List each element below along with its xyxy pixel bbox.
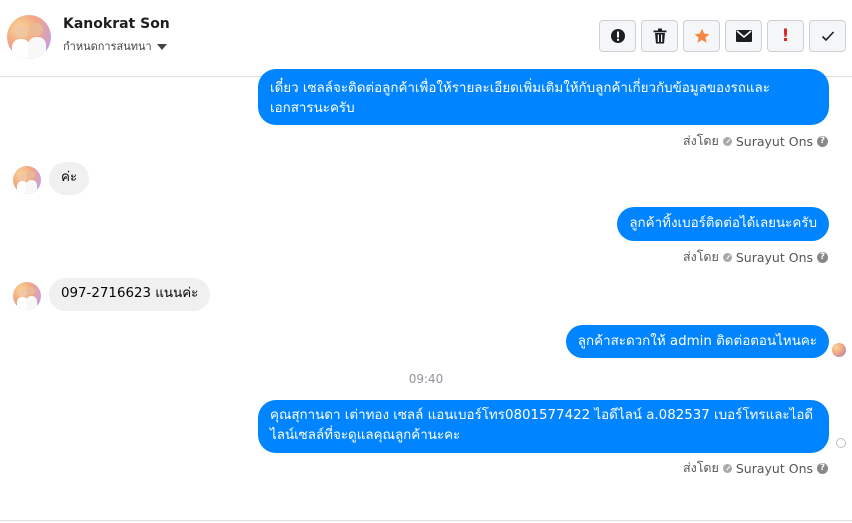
message-bubble-outgoing[interactable]: ลูกค้าทิ้งเบอร์ติดต่อได้เลยนะครับ [617, 207, 829, 241]
message-text: ลูกค้าสะดวกให้ admin ติดต่อตอนไหนคะ [577, 334, 817, 349]
message-text-line: เดี๋ยว เซลล์จะติดต่อลูกค้าเพื่อให้รายละเ… [270, 81, 770, 96]
sent-by-label: ส่งโดย Surayut Ons ? [683, 247, 828, 267]
trash-icon [653, 28, 666, 44]
done-button[interactable] [809, 20, 846, 52]
message-bubble-incoming[interactable]: 097-2716623 แนนค่ะ [49, 278, 211, 311]
help-icon[interactable]: ? [817, 251, 828, 263]
contact-avatar-small [13, 282, 41, 310]
contact-avatar-small [13, 166, 41, 194]
star-icon [694, 28, 709, 43]
sent-by-label: ส่งโดย Surayut Ons ? [683, 458, 828, 478]
help-icon[interactable]: ? [817, 462, 828, 474]
message-text-line: คุณสุกานดา เต่าทอง เซลล์ แอนเบอร์โทร0801… [270, 408, 814, 423]
status-label: กำหนดการสนทนา [63, 40, 152, 53]
help-icon[interactable]: ? [817, 135, 828, 147]
message-bubble-incoming[interactable]: ค่ะ [49, 162, 90, 195]
report-button[interactable] [599, 20, 636, 52]
check-circle-icon [722, 136, 732, 146]
message-bubble-outgoing[interactable]: เดี๋ยว เซลล์จะติดต่อลูกค้าเพื่อให้รายละเ… [258, 69, 829, 125]
check-circle-icon [722, 463, 732, 473]
message-bubble-outgoing[interactable]: ลูกค้าสะดวกให้ admin ติดต่อตอนไหนคะ [565, 325, 829, 358]
toolbar: ! [599, 20, 846, 52]
check-circle-icon [722, 252, 732, 262]
message-text-line: ไลน์เซลล์ที่จะดูแลคุณลูกค้านะคะ [270, 428, 461, 443]
contact-name[interactable]: Kanokrat Son [63, 16, 170, 32]
caret-down-icon [156, 43, 167, 50]
message-text-line: เอกสารนะครับ [270, 101, 355, 116]
mark-unread-button[interactable] [725, 20, 762, 52]
composer-divider [0, 520, 852, 521]
report-icon [610, 29, 625, 43]
delivered-status-icon [836, 438, 846, 448]
conversation-status-dropdown[interactable]: กำหนดการสนทนา [63, 37, 167, 55]
message-text: ค่ะ [61, 170, 78, 185]
message-text: 097-2716623 แนนค่ะ [61, 286, 199, 301]
sent-by-label: ส่งโดย Surayut Ons ? [683, 131, 828, 151]
message-text: ลูกค้าทิ้งเบอร์ติดต่อได้เลยนะครับ [629, 216, 817, 231]
contact-avatar[interactable] [7, 15, 51, 59]
envelope-icon [735, 30, 752, 42]
seen-avatar-icon [832, 343, 846, 357]
time-separator: 09:40 [408, 372, 444, 386]
spam-button[interactable]: ! [767, 20, 804, 52]
conversation-header: Kanokrat Son กำหนดการสนทนา ! [0, 0, 852, 77]
message-bubble-outgoing[interactable]: คุณสุกานดา เต่าทอง เซลล์ แอนเบอร์โทร0801… [258, 400, 829, 453]
check-icon [821, 31, 834, 42]
exclamation-icon: ! [781, 26, 790, 46]
delete-button[interactable] [641, 20, 678, 52]
star-button[interactable] [683, 20, 720, 52]
